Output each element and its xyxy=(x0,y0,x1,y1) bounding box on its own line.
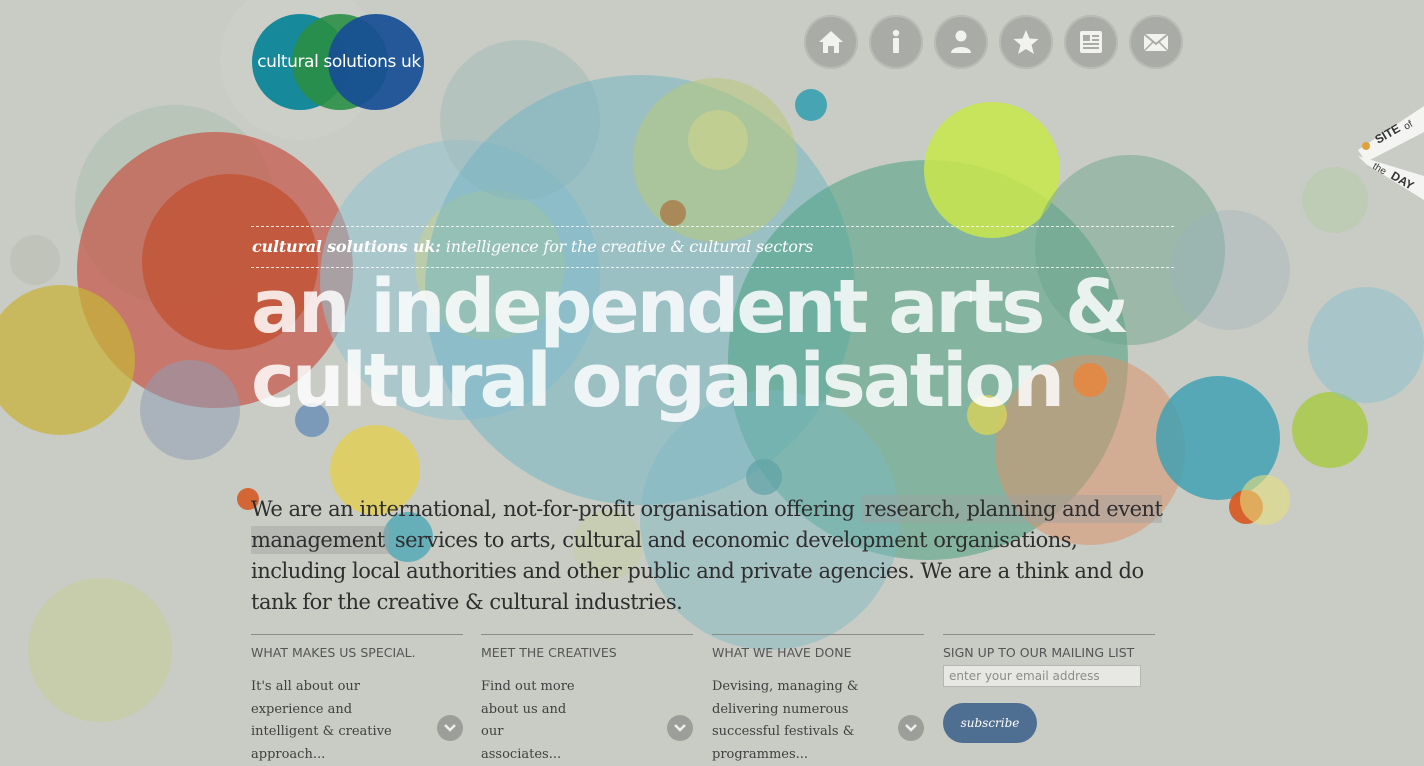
document-icon xyxy=(1080,31,1102,53)
tagline-text: intelligence for the creative & cultural… xyxy=(445,237,814,256)
nav-profile-button[interactable] xyxy=(934,15,988,69)
info-icon xyxy=(892,29,900,53)
chevron-down-icon xyxy=(444,724,456,732)
column-special-text: It's all about our experience and intell… xyxy=(251,679,392,762)
chevron-down-icon xyxy=(674,724,686,732)
column-creatives-title: MEET THE CREATIVES xyxy=(481,645,617,660)
mail-icon xyxy=(1143,33,1169,52)
tagline-bar: cultural solutions uk: intelligence for … xyxy=(251,226,1174,268)
column-special: WHAT MAKES US SPECIAL. It's all about ou… xyxy=(251,634,463,766)
tagline: cultural solutions uk: intelligence for … xyxy=(252,237,813,256)
mailing-list: SIGN UP TO OUR MAILING LIST subscribe xyxy=(943,634,1155,743)
subscribe-button[interactable]: subscribe xyxy=(943,703,1037,743)
site-of-the-day-badge[interactable]: SITE of the DAY xyxy=(1358,106,1424,206)
logo-text: cultural solutions uk xyxy=(257,52,421,72)
nav-contact-button[interactable] xyxy=(1129,15,1183,69)
nav-news-button[interactable] xyxy=(1064,15,1118,69)
column-done: WHAT WE HAVE DONE Devising, managing & d… xyxy=(712,634,924,766)
intro-paragraph: We are an international, not-for-profit … xyxy=(251,494,1171,618)
email-field[interactable] xyxy=(943,665,1141,687)
nav-info-button[interactable] xyxy=(869,15,923,69)
column-creatives-text: Find out more about us and our associate… xyxy=(481,679,575,762)
brand-logo[interactable]: cultural solutions uk xyxy=(252,14,426,112)
mailing-list-title: SIGN UP TO OUR MAILING LIST xyxy=(943,645,1135,660)
intro-text-start: We are an international, not-for-profit … xyxy=(251,497,855,521)
page-headline: an independent arts & cultural organisat… xyxy=(251,270,1130,418)
star-icon xyxy=(1013,30,1039,54)
column-done-more-button[interactable] xyxy=(898,715,924,741)
home-icon xyxy=(819,31,843,53)
chevron-down-icon xyxy=(905,724,917,732)
nav-home-button[interactable] xyxy=(804,15,858,69)
headline-line-2: cultural organisation xyxy=(251,338,1065,424)
column-done-title: WHAT WE HAVE DONE xyxy=(712,645,852,660)
column-creatives-more-button[interactable] xyxy=(667,715,693,741)
nav-favourites-button[interactable] xyxy=(999,15,1053,69)
person-icon xyxy=(951,30,971,53)
top-nav xyxy=(804,15,1183,69)
column-creatives: MEET THE CREATIVES Find out more about u… xyxy=(481,634,693,766)
tagline-brand: cultural solutions uk: xyxy=(252,237,441,256)
column-done-text: Devising, managing & delivering numerous… xyxy=(712,679,859,762)
column-special-title: WHAT MAKES US SPECIAL. xyxy=(251,645,416,660)
column-special-more-button[interactable] xyxy=(437,715,463,741)
